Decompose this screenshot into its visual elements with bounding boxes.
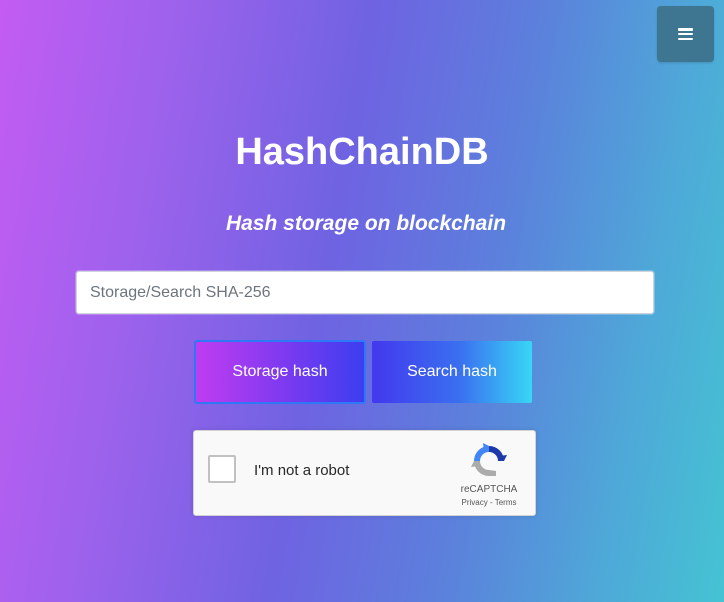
recaptcha-links: Privacy - Terms [444,498,534,508]
page-subtitle: Hash storage on blockchain [225,212,507,235]
storage-hash-button[interactable]: Storage hash [194,340,366,404]
recaptcha-brand: reCAPTCHA [460,484,518,495]
recaptcha-terms-link[interactable]: Terms [495,498,517,507]
hash-search-input[interactable] [76,271,654,314]
recaptcha-separator: - [489,498,493,507]
recaptcha-logo-icon [471,443,507,476]
menu-toggle-button[interactable] [657,6,714,62]
recaptcha-label: I'm not a robot [254,462,350,479]
page-title: HashChainDB [235,131,489,173]
recaptcha-privacy-link[interactable]: Privacy [462,498,488,507]
search-hash-button[interactable]: Search hash [372,341,532,403]
recaptcha-checkbox[interactable] [208,455,236,483]
recaptcha-widget: I'm not a robot reCAPTCHA Privacy - Term… [193,430,536,516]
hamburger-menu-icon [678,28,693,40]
